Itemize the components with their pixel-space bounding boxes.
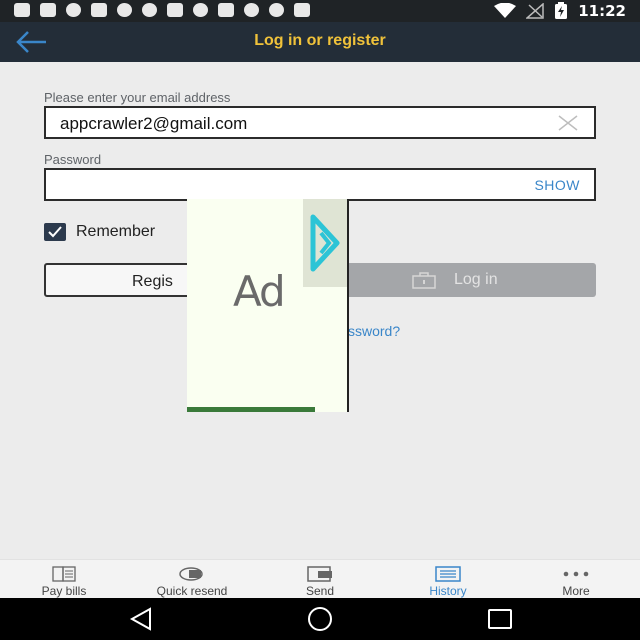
- link-icon: [142, 3, 157, 17]
- history-icon: [435, 566, 461, 582]
- nav-label-more: More: [562, 584, 590, 598]
- ad-strip: [187, 407, 315, 412]
- e-icon: [294, 3, 310, 17]
- ad-label: Ad: [233, 267, 286, 316]
- email-field[interactable]: appcrawler2@gmail.com: [44, 106, 596, 139]
- forgot-password-link[interactable]: ssword?: [348, 323, 400, 339]
- register-label: Regis: [132, 273, 173, 290]
- nav-item-quick-resend[interactable]: Quick resend: [128, 560, 256, 599]
- nav-item-pay-bills[interactable]: Pay bills: [0, 560, 128, 599]
- show-password-button[interactable]: SHOW: [534, 177, 580, 193]
- status-bar: 11:22: [0, 0, 640, 22]
- clock: 11:22: [578, 2, 626, 20]
- b-bubble-icon: [193, 3, 208, 17]
- link-icon: [66, 3, 81, 17]
- remember-checkbox[interactable]: [44, 223, 66, 241]
- remember-label: Remember: [76, 223, 156, 240]
- no-signal-icon: [526, 3, 544, 19]
- nav-item-history[interactable]: History: [384, 560, 512, 599]
- nav-label-history: History: [429, 584, 467, 598]
- login-button[interactable]: Log in: [330, 263, 596, 297]
- wifi-icon: [494, 3, 517, 18]
- chat-bubble-icon: [14, 3, 30, 17]
- password-field[interactable]: SHOW: [44, 168, 596, 201]
- send-money-icon: [307, 566, 332, 582]
- nav-label-pay-bills: Pay bills: [41, 584, 87, 598]
- nav-label-quick-resend: Quick resend: [156, 584, 228, 598]
- pinterest-icon: [244, 3, 259, 17]
- page-title: Log in or register: [254, 32, 386, 49]
- notification-icons: [14, 3, 310, 17]
- bat-icon: [40, 3, 56, 17]
- bat-icon: [91, 3, 107, 17]
- nav-item-more[interactable]: More: [512, 560, 640, 599]
- recents-square-icon: [488, 609, 512, 629]
- home-circle-icon: [308, 607, 332, 631]
- system-nav-bar: [0, 598, 640, 640]
- more-dots-icon: [563, 571, 589, 577]
- remember-row[interactable]: Remember: [44, 223, 155, 241]
- nav-item-send[interactable]: Send: [256, 560, 384, 599]
- close-icon: [558, 115, 578, 131]
- link-icon: [117, 3, 132, 17]
- adchoices-badge[interactable]: [303, 199, 347, 287]
- clear-email-button[interactable]: [558, 115, 578, 131]
- system-back-button[interactable]: [128, 606, 156, 632]
- back-triangle-icon: [129, 607, 151, 631]
- quick-resend-icon: [179, 567, 203, 581]
- password-label: Password: [44, 152, 102, 167]
- battery-charging-icon: [555, 2, 568, 19]
- mail-icon: [218, 3, 234, 17]
- lock-icon: [412, 272, 436, 289]
- cluster-icon: [269, 3, 284, 17]
- adchoices-icon: [310, 214, 340, 272]
- login-label: Log in: [454, 271, 498, 288]
- system-recents-button[interactable]: [486, 606, 514, 632]
- nav-label-send: Send: [305, 584, 335, 598]
- system-home-button[interactable]: [306, 606, 334, 632]
- bat-icon: [167, 3, 183, 17]
- email-label: Please enter your email address: [44, 90, 231, 105]
- checkmark-icon: [48, 226, 62, 238]
- app-bar: Log in or register: [0, 22, 640, 62]
- email-value: appcrawler2@gmail.com: [60, 114, 248, 133]
- ad-overlay[interactable]: Ad: [187, 199, 349, 412]
- bottom-nav: Pay bills Quick resend Send History More: [0, 559, 640, 598]
- bills-icon: [52, 566, 76, 582]
